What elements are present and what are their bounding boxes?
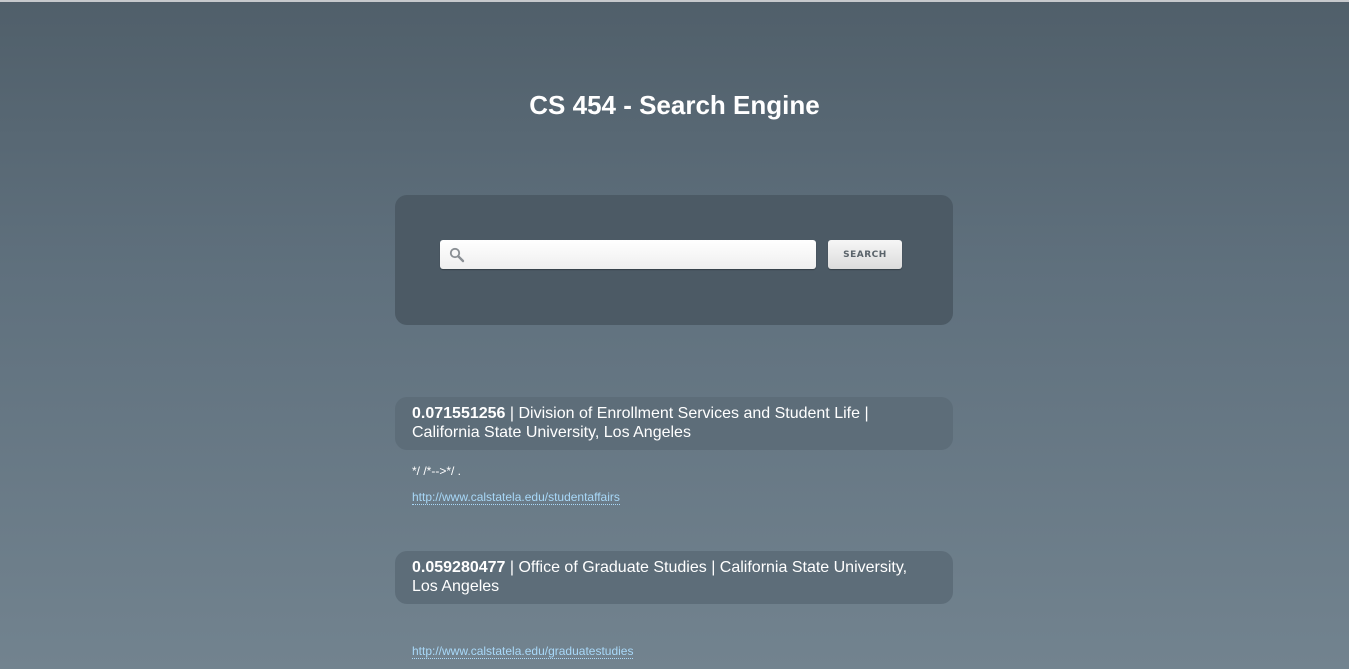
result-snippet: */ /*-->*/ . <box>412 464 462 478</box>
result-header: 0.071551256 | Division of Enrollment Ser… <box>395 397 953 450</box>
result-item: 0.071551256 | Division of Enrollment Ser… <box>395 397 953 506</box>
result-link[interactable]: http://www.calstatela.edu/studentaffairs <box>412 491 620 505</box>
search-button[interactable]: SEARCH <box>828 240 902 269</box>
search-box[interactable] <box>440 240 816 269</box>
search-panel: SEARCH <box>395 195 953 325</box>
search-input[interactable] <box>470 240 810 269</box>
result-header: 0.059280477 | Office of Graduate Studies… <box>395 551 953 604</box>
result-score: 0.059280477 <box>412 559 506 576</box>
search-icon <box>449 247 465 263</box>
result-score: 0.071551256 <box>412 405 506 422</box>
result-item: 0.059280477 | Office of Graduate Studies… <box>395 551 953 660</box>
result-link[interactable]: http://www.calstatela.edu/graduatestudie… <box>412 645 634 659</box>
result-snippet <box>412 618 953 632</box>
page-title: CS 454 - Search Engine <box>529 90 820 120</box>
